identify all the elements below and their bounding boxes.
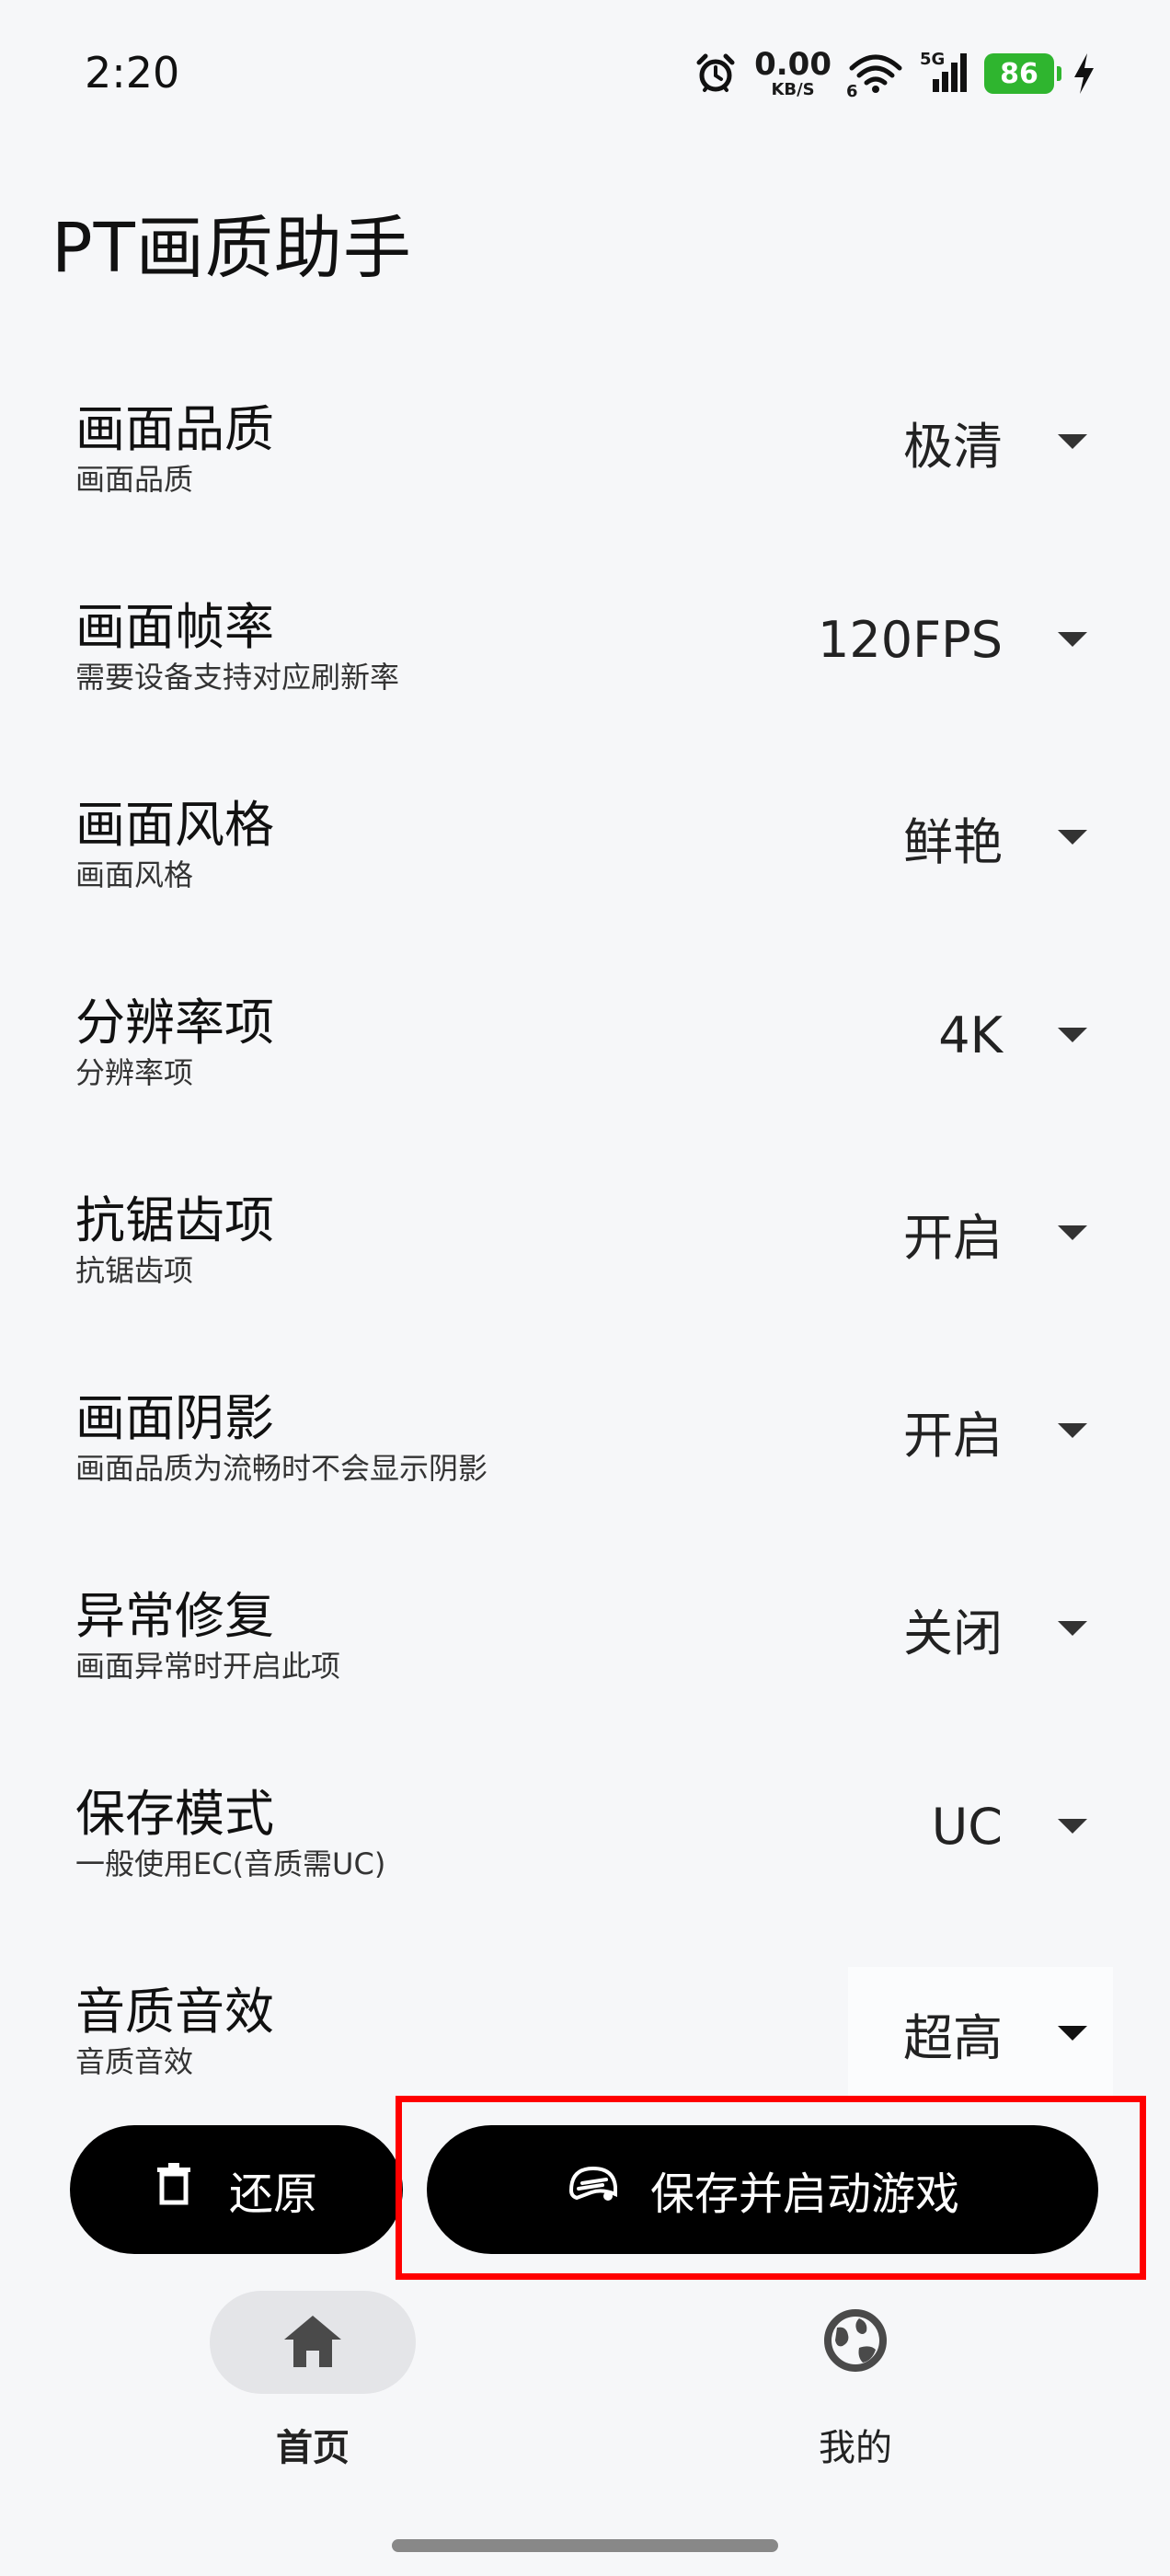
setting-subtitle: 分辨率项: [75, 1055, 194, 1090]
setting-value: 超高: [903, 2008, 1003, 2067]
dropdown-arrow-icon: [1058, 1819, 1087, 1834]
setting-title: 保存模式: [75, 1785, 274, 1843]
setting-title: 画面阴影: [75, 1389, 274, 1447]
setting-subtitle: 画面异常时开启此项: [75, 1649, 341, 1684]
setting-subtitle: 抗锯齿项: [75, 1253, 194, 1288]
quality-dropdown[interactable]: 极清: [903, 396, 1087, 488]
nav-pill: [752, 2291, 958, 2394]
battery-level: 86: [1000, 57, 1038, 90]
globe-icon: [822, 2307, 889, 2377]
signal-icon: 5G: [920, 50, 968, 96]
nav-label-home: 首页: [276, 2427, 350, 2469]
setting-row-fix: 异常修复 画面异常时开启此项 关闭: [0, 1555, 1170, 1753]
setting-value: 开启: [903, 1406, 1003, 1465]
setting-row-save-mode: 保存模式 一般使用EC(音质需UC) UC: [0, 1753, 1170, 1950]
setting-row-shadow: 画面阴影 画面品质为流畅时不会显示阴影 开启: [0, 1357, 1170, 1555]
setting-title: 异常修复: [75, 1587, 274, 1645]
charging-icon: [1071, 52, 1096, 96]
restore-label: 还原: [228, 2168, 317, 2220]
setting-value: 4K: [938, 1006, 1003, 1064]
setting-row-style: 画面风格 画面风格 鲜艳: [0, 764, 1170, 961]
home-icon: [281, 2312, 345, 2373]
status-bar: 2:20 0.00 KB/S 6 5G 86: [0, 0, 1170, 147]
setting-value: UC: [931, 1797, 1003, 1856]
bottom-nav: 首页 我的: [0, 2291, 1170, 2475]
status-icons: 0.00 KB/S 6 5G 86: [694, 44, 1096, 103]
resolution-dropdown[interactable]: 4K: [938, 989, 1087, 1081]
setting-subtitle: 画面品质为流畅时不会显示阴影: [75, 1451, 488, 1486]
net-speed-unit: KB/S: [771, 80, 815, 99]
dropdown-arrow-icon: [1058, 1225, 1087, 1240]
setting-title: 画面帧率: [75, 598, 274, 656]
restore-button[interactable]: 还原: [70, 2125, 403, 2254]
settings-list: 画面品质 画面品质 极清 画面帧率 需要设备支持对应刷新率 120FPS 画面风…: [0, 368, 1170, 2148]
dropdown-arrow-icon: [1058, 1621, 1087, 1636]
signal-badge: 5G: [920, 50, 946, 69]
framerate-dropdown[interactable]: 120FPS: [818, 593, 1087, 685]
app-title: PT画质助手: [52, 209, 412, 288]
dropdown-arrow-icon: [1058, 830, 1087, 845]
setting-subtitle: 画面品质: [75, 462, 194, 497]
setting-subtitle: 画面风格: [75, 857, 194, 892]
battery-icon: 86: [984, 53, 1061, 94]
dropdown-arrow-icon: [1058, 434, 1087, 449]
style-dropdown[interactable]: 鲜艳: [903, 791, 1087, 883]
dropdown-arrow-icon: [1058, 1423, 1087, 1438]
setting-subtitle: 一般使用EC(音质需UC): [75, 1846, 386, 1881]
setting-row-resolution: 分辨率项 分辨率项 4K: [0, 961, 1170, 1159]
dropdown-arrow-icon: [1058, 632, 1087, 647]
setting-title: 抗锯齿项: [75, 1191, 274, 1249]
setting-value: 120FPS: [818, 610, 1003, 669]
setting-title: 音质音效: [75, 1983, 274, 2041]
antialiasing-dropdown[interactable]: 开启: [903, 1187, 1087, 1279]
setting-subtitle: 音质音效: [75, 2044, 194, 2079]
shadow-dropdown[interactable]: 开启: [903, 1385, 1087, 1477]
setting-row-framerate: 画面帧率 需要设备支持对应刷新率 120FPS: [0, 566, 1170, 764]
setting-value: 开启: [903, 1208, 1003, 1267]
nav-label-mine: 我的: [819, 2427, 892, 2469]
setting-value: 极清: [903, 417, 1003, 476]
setting-row-antialiasing: 抗锯齿项 抗锯齿项 开启: [0, 1159, 1170, 1357]
nav-item-home[interactable]: 首页: [175, 2291, 451, 2471]
wifi-badge: 6: [846, 82, 858, 101]
wifi-icon: 6: [846, 52, 903, 101]
setting-title: 分辨率项: [75, 994, 274, 1052]
status-time: 2:20: [85, 48, 180, 98]
gesture-bar[interactable]: [392, 2539, 778, 2552]
save-mode-dropdown[interactable]: UC: [932, 1780, 1087, 1872]
net-speed-value: 0.00: [754, 46, 832, 83]
dropdown-arrow-icon: [1058, 1028, 1087, 1042]
setting-row-quality: 画面品质 画面品质 极清: [0, 368, 1170, 566]
audio-dropdown[interactable]: 超高: [848, 1967, 1113, 2099]
setting-value: 鲜艳: [903, 812, 1003, 871]
trash-icon: [155, 2162, 192, 2217]
net-speed: 0.00 KB/S: [754, 49, 832, 98]
setting-title: 画面品质: [75, 400, 274, 458]
setting-value: 关闭: [903, 1604, 1003, 1662]
setting-title: 画面风格: [75, 796, 274, 854]
alarm-icon: [694, 52, 738, 96]
setting-subtitle: 需要设备支持对应刷新率: [75, 660, 400, 695]
highlight-box: [396, 2096, 1146, 2280]
nav-active-pill: [210, 2291, 416, 2394]
fix-dropdown[interactable]: 关闭: [903, 1582, 1087, 1674]
nav-item-mine[interactable]: 我的: [717, 2291, 993, 2471]
dropdown-arrow-icon: [1058, 2026, 1087, 2041]
